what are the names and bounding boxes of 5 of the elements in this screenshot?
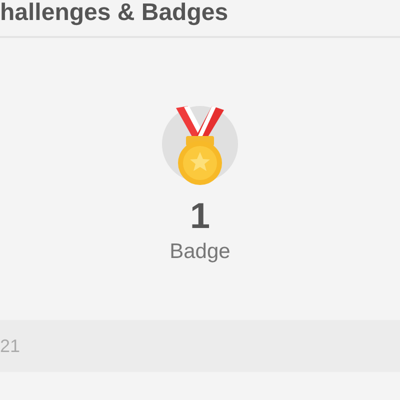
badge-label: Badge [170, 239, 230, 265]
badge-count: 1 [190, 196, 210, 236]
medal-icon [162, 106, 238, 186]
section-header: 21 [0, 320, 400, 372]
page-title: hallenges & Badges [0, 0, 228, 26]
